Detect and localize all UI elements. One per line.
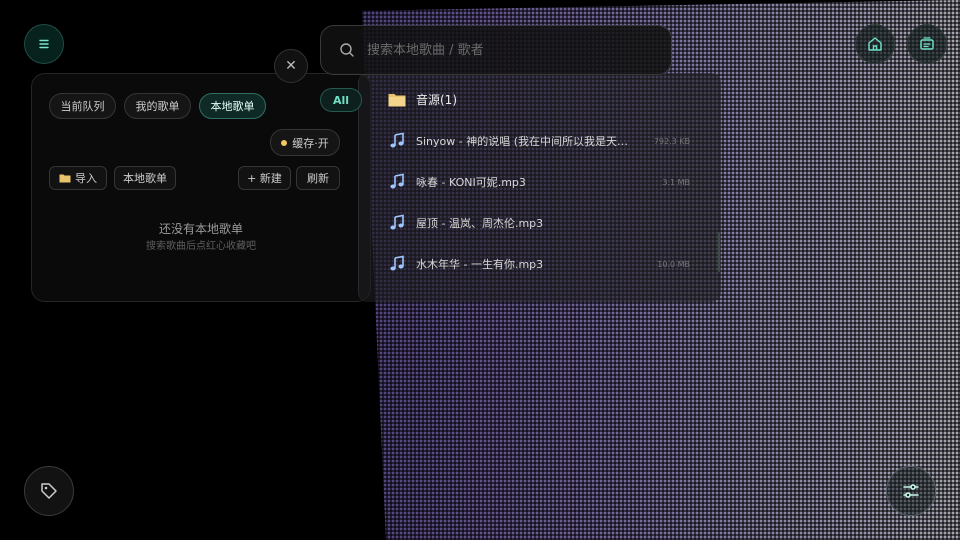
file-size: 10.0 MB [657,259,690,269]
file-row[interactable]: Sinyow - 神的说唱 (我在中间所以我是天子… 792.3 KB [388,130,708,152]
tag-button[interactable] [24,466,74,516]
home-icon [868,37,882,51]
menu-icon [39,39,49,49]
sliders-icon [903,484,919,498]
file-row[interactable]: 水木年华 - 一生有你.mp3 10.0 MB [388,253,708,275]
tab-my-playlists[interactable]: 我的歌单 [124,93,191,119]
file-name: Sinyow - 神的说唱 (我在中间所以我是天子… [416,135,636,148]
cache-status-dot [281,139,288,146]
music-note-icon [390,173,404,189]
playlist-panel: 当前队列 我的歌单 本地歌单 缓存·开 导入 本地歌单 + 新建 刷新 还没有本… [31,73,371,302]
refresh-button[interactable]: 刷新 [296,166,340,190]
tag-icon [41,483,57,499]
import-button[interactable]: 导入 [49,166,107,190]
tab-local-playlists[interactable]: 本地歌单 [199,93,266,119]
empty-state-subtitle: 搜索歌曲后点红心收藏吧 [146,241,256,252]
file-size: 3.1 MB [662,177,690,187]
empty-state-title: 还没有本地歌单 [158,222,243,236]
local-playlist-button[interactable]: 本地歌单 [114,166,176,190]
close-button[interactable]: ✕ [274,49,308,83]
folder-row[interactable]: 音源(1) [388,88,708,110]
new-playlist-button[interactable]: + 新建 [238,166,291,190]
cache-toggle[interactable]: 缓存·开 [270,129,340,156]
file-name: 咏春 - KONI可妮.mp3 [416,176,526,189]
music-note-icon [390,255,404,271]
folder-icon [59,174,71,183]
music-note-icon [390,132,404,148]
tab-current-queue[interactable]: 当前队列 [49,93,116,119]
media-icon [920,37,934,50]
file-row[interactable]: 屋顶 - 温岚、周杰伦.mp3 [388,212,708,234]
scrollbar[interactable] [718,232,720,272]
folder-name: 音源(1) [416,92,457,107]
file-name: 屋顶 - 温岚、周杰伦.mp3 [416,217,544,230]
equalizer-button[interactable] [886,466,936,516]
media-button[interactable] [907,24,947,64]
music-note-icon [390,214,404,230]
home-button[interactable] [855,24,895,64]
menu-button[interactable] [24,24,64,64]
close-icon: ✕ [285,58,297,74]
search-input[interactable] [365,41,671,59]
folder-icon [388,93,406,106]
filter-all-button[interactable]: All [320,88,362,112]
search-bar [320,25,672,75]
search-icon [340,43,354,57]
file-size: 792.3 KB [653,136,690,146]
file-row[interactable]: 咏春 - KONI可妮.mp3 3.1 MB [388,171,708,193]
file-name: 水木年华 - 一生有你.mp3 [416,258,544,271]
